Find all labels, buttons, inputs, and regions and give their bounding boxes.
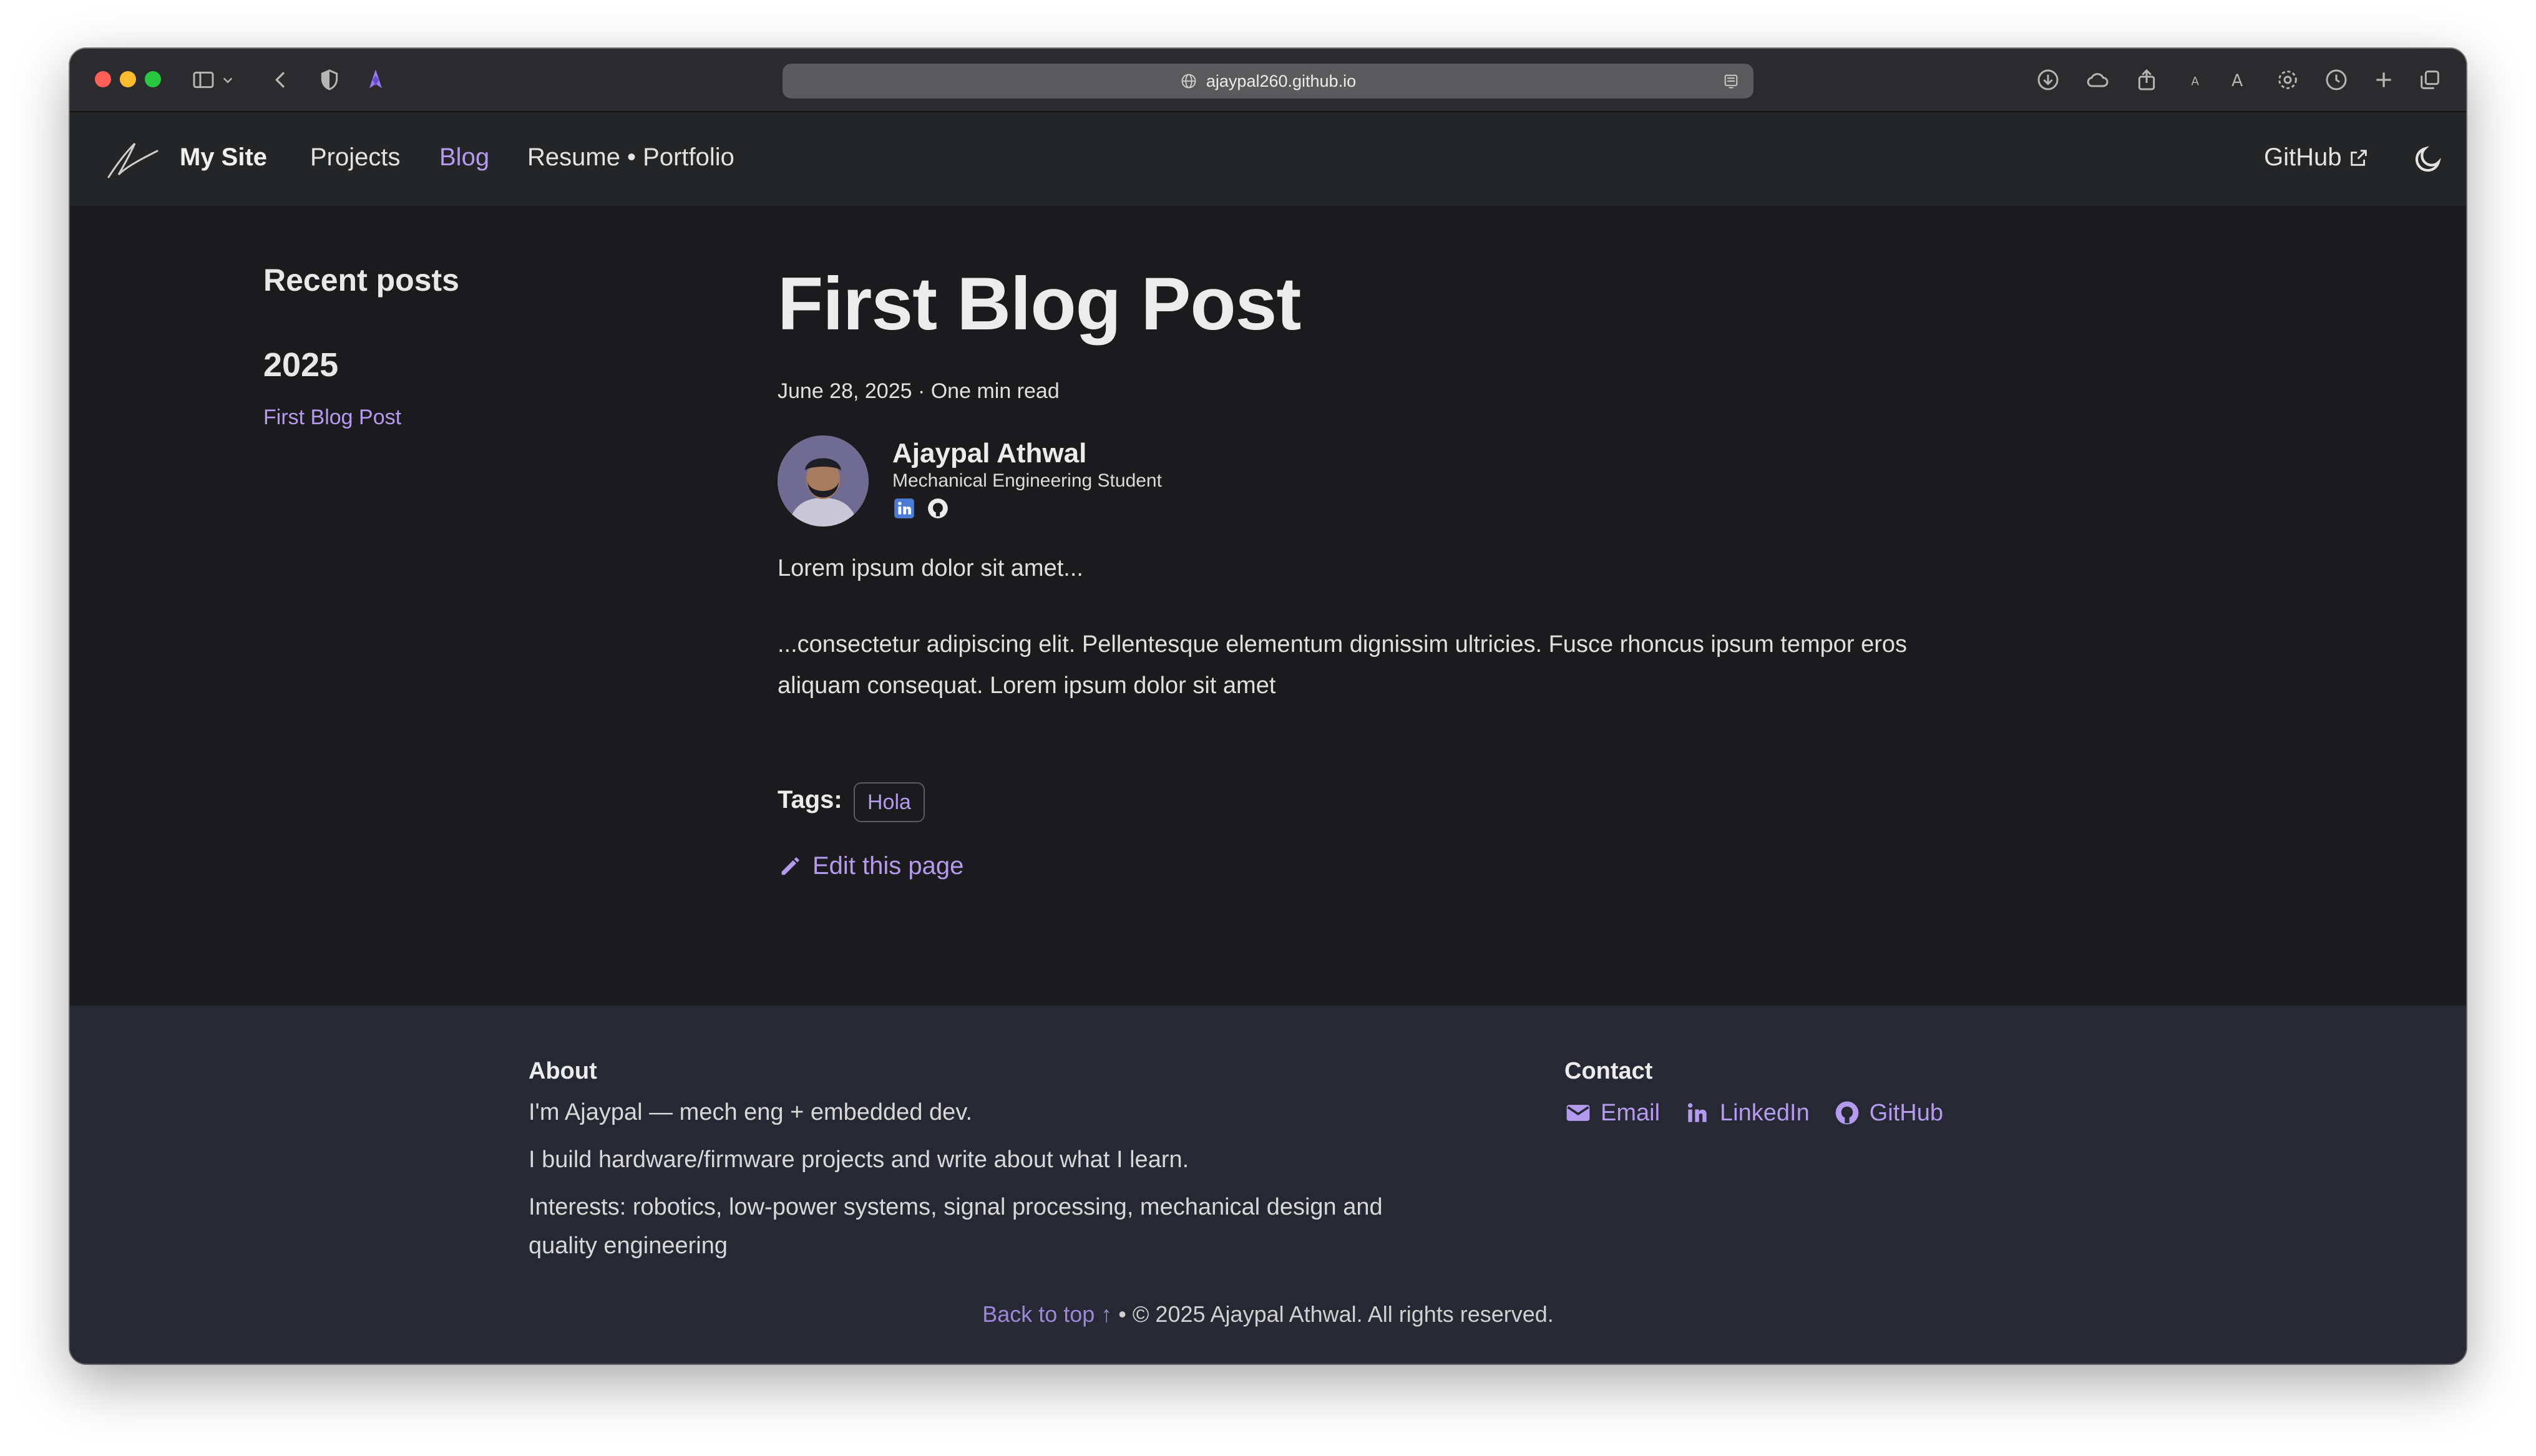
url-text: ajaypal260.github.io — [1206, 71, 1357, 90]
extension-icon[interactable] — [361, 65, 391, 95]
site-navbar: My Site Projects Blog Resume • Portfolio… — [70, 112, 2466, 206]
avatar[interactable] — [778, 435, 869, 527]
footer-bottom: Back to top ↑ • © 2025 Ajaypal Athwal. A… — [70, 1301, 2466, 1327]
reader-mode-icon[interactable] — [1722, 72, 1740, 90]
svg-text:A: A — [2231, 71, 2243, 90]
post-paragraph-2: ...consectetur adipiscing elit. Pellente… — [778, 631, 1908, 699]
address-bar[interactable]: ajaypal260.github.io — [783, 64, 1753, 99]
footer-contact-title: Contact — [1564, 1058, 1653, 1084]
sidebar-post-link[interactable]: First Blog Post — [263, 405, 401, 430]
text-smaller-icon[interactable]: A — [2180, 65, 2210, 95]
footer-linkedin-label: LinkedIn — [1720, 1099, 1810, 1126]
fullscreen-window-button[interactable] — [145, 71, 161, 87]
author-social-links — [892, 497, 950, 520]
footer-about-line: I build hardware/firmware projects and w… — [529, 1147, 1189, 1173]
github-icon — [1835, 1101, 1859, 1125]
minimize-window-button[interactable] — [120, 71, 136, 87]
browser-toolbar: ajaypal260.github.io A A — [70, 49, 2466, 112]
share-icon[interactable] — [2132, 65, 2162, 95]
author-title: Mechanical Engineering Student — [892, 470, 1162, 491]
post-paragraph-1: Lorem ipsum dolor sit amet... — [778, 555, 1083, 581]
nav-projects[interactable]: Projects — [310, 143, 401, 172]
cloud-icon[interactable] — [2083, 65, 2113, 95]
footer-about-line: Interests: robotics, low-power systems, … — [529, 1194, 1383, 1259]
edit-page-label: Edit this page — [812, 852, 964, 880]
github-icon[interactable] — [926, 497, 950, 520]
moon-icon[interactable] — [2412, 143, 2444, 175]
sidebar-title: Recent posts — [263, 263, 459, 298]
sidebar-year: 2025 — [263, 346, 339, 384]
external-link-icon — [2350, 149, 2367, 166]
edit-page-link[interactable]: Edit this page — [778, 852, 963, 880]
new-tab-icon[interactable] — [2369, 65, 2399, 95]
author-name[interactable]: Ajaypal Athwal — [892, 438, 1086, 469]
sidebar-toggle-icon[interactable] — [188, 65, 218, 95]
footer-about-line: I'm Ajaypal — mech eng + embedded dev. — [529, 1099, 973, 1125]
tab-overview-icon[interactable] — [2415, 65, 2445, 95]
globe-icon — [1181, 74, 1196, 89]
nav-blog[interactable]: Blog — [439, 143, 489, 172]
footer-github-label: GitHub — [1869, 1099, 1943, 1126]
footer-contact-links: Email LinkedIn GitHub — [1564, 1099, 1943, 1127]
back-arrow-icon[interactable] — [266, 65, 296, 95]
browser-window: ajaypal260.github.io A A My Site Project… — [70, 49, 2466, 1364]
tag-chip[interactable]: Hola — [854, 782, 925, 822]
history-icon[interactable] — [2321, 65, 2351, 95]
tags-label: Tags: — [778, 786, 842, 813]
mail-icon — [1566, 1105, 1590, 1121]
nav-brand[interactable]: My Site — [180, 143, 267, 172]
site-footer: About I'm Ajaypal — mech eng + embedded … — [70, 1006, 2466, 1364]
footer-linkedin-link[interactable]: LinkedIn — [1684, 1099, 1810, 1127]
nav-resume-portfolio[interactable]: Resume • Portfolio — [527, 143, 734, 172]
nav-github-link[interactable]: GitHub — [2264, 143, 2369, 172]
post-title: First Blog Post — [778, 262, 1301, 346]
footer-email-label: Email — [1601, 1099, 1661, 1126]
footer-email-link[interactable]: Email — [1564, 1099, 1660, 1127]
pencil-icon — [781, 857, 799, 875]
copyright-text: • © 2025 Ajaypal Athwal. All rights rese… — [1112, 1301, 1554, 1327]
chevron-down-icon[interactable] — [218, 65, 237, 95]
linkedin-icon — [1687, 1103, 1707, 1122]
gear-icon[interactable] — [2273, 65, 2303, 95]
text-larger-icon[interactable]: A — [2223, 65, 2253, 95]
signature-logo-icon[interactable] — [105, 138, 161, 181]
nav-github-label: GitHub — [2264, 143, 2342, 171]
footer-github-link[interactable]: GitHub — [1833, 1099, 1943, 1127]
close-window-button[interactable] — [95, 71, 111, 87]
shield-icon[interactable] — [315, 65, 344, 95]
download-icon[interactable] — [2033, 65, 2063, 95]
back-to-top-link[interactable]: Back to top ↑ — [982, 1301, 1112, 1327]
post-meta: June 28, 2025 · One min read — [778, 379, 1060, 403]
footer-about-title: About — [529, 1058, 597, 1084]
linkedin-icon[interactable] — [892, 497, 916, 520]
svg-text:A: A — [2191, 75, 2199, 88]
